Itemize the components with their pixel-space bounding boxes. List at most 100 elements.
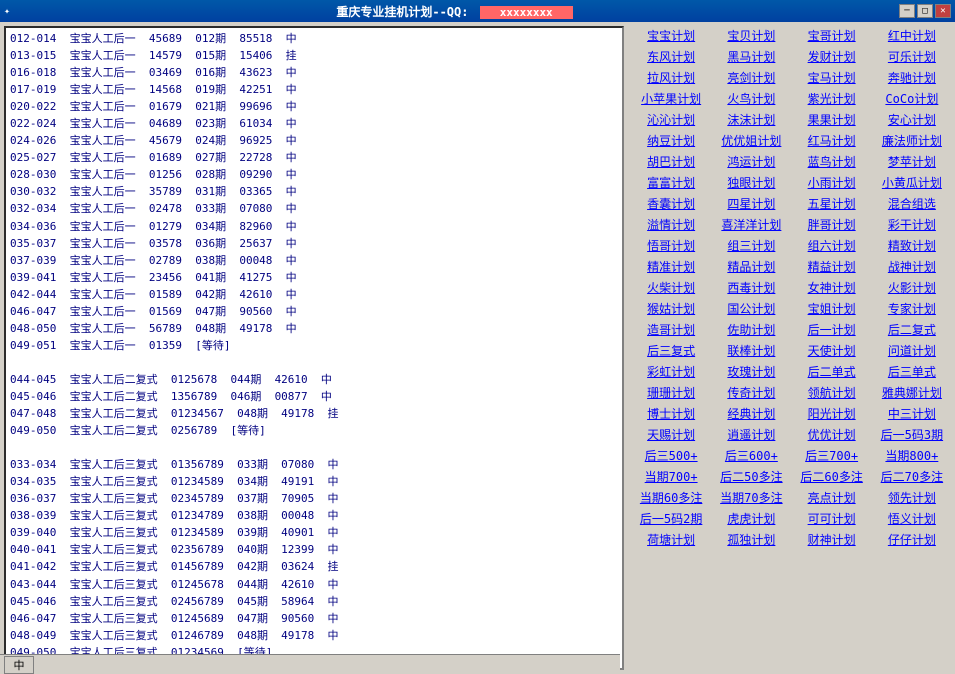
plan-link-6-3[interactable]: 梦苹计划 <box>873 152 951 171</box>
plan-link-23-2[interactable]: 可可计划 <box>793 509 871 528</box>
plan-link-16-0[interactable]: 彩虹计划 <box>632 362 710 381</box>
plan-link-15-3[interactable]: 问道计划 <box>873 341 951 360</box>
plan-link-22-1[interactable]: 当期70多注 <box>712 488 790 507</box>
plan-link-3-1[interactable]: 火鸟计划 <box>712 89 790 108</box>
plan-link-1-2[interactable]: 发财计划 <box>793 47 871 66</box>
plan-link-17-2[interactable]: 领航计划 <box>793 383 871 402</box>
plan-link-19-1[interactable]: 逍遥计划 <box>712 425 790 444</box>
plan-link-5-0[interactable]: 纳豆计划 <box>632 131 710 150</box>
plan-link-6-2[interactable]: 蓝鸟计划 <box>793 152 871 171</box>
plan-link-11-1[interactable]: 精品计划 <box>712 257 790 276</box>
plan-link-16-1[interactable]: 玫瑰计划 <box>712 362 790 381</box>
plan-link-9-3[interactable]: 彩干计划 <box>873 215 951 234</box>
plan-link-24-1[interactable]: 孤独计划 <box>712 530 790 549</box>
qq-input[interactable]: xxxxxxxx <box>480 6 573 19</box>
plan-link-2-1[interactable]: 亮剑计划 <box>712 68 790 87</box>
plan-link-14-2[interactable]: 后一计划 <box>793 320 871 339</box>
plan-link-22-3[interactable]: 领先计划 <box>873 488 951 507</box>
plan-link-24-2[interactable]: 财神计划 <box>793 530 871 549</box>
plan-link-23-3[interactable]: 悟义计划 <box>873 509 951 528</box>
plan-link-10-1[interactable]: 组三计划 <box>712 236 790 255</box>
plan-link-12-2[interactable]: 女神计划 <box>793 278 871 297</box>
plan-link-19-3[interactable]: 后一5码3期 <box>873 425 951 444</box>
plan-link-7-1[interactable]: 独眼计划 <box>712 173 790 192</box>
plan-link-18-1[interactable]: 经典计划 <box>712 404 790 423</box>
minimize-button[interactable]: ─ <box>899 4 915 18</box>
close-button[interactable]: ✕ <box>935 4 951 18</box>
plan-link-0-0[interactable]: 宝宝计划 <box>632 26 710 45</box>
plan-link-24-0[interactable]: 荷塘计划 <box>632 530 710 549</box>
plan-link-14-0[interactable]: 造哥计划 <box>632 320 710 339</box>
plan-link-9-1[interactable]: 喜洋洋计划 <box>712 215 790 234</box>
plan-link-20-0[interactable]: 后三500+ <box>632 446 710 465</box>
plan-link-12-1[interactable]: 西毒计划 <box>712 278 790 297</box>
plan-link-7-3[interactable]: 小黄瓜计划 <box>873 173 951 192</box>
plan-link-18-2[interactable]: 阳光计划 <box>793 404 871 423</box>
plan-link-4-3[interactable]: 安心计划 <box>873 110 951 129</box>
plan-link-22-0[interactable]: 当期60多注 <box>632 488 710 507</box>
plan-link-19-2[interactable]: 优优计划 <box>793 425 871 444</box>
left-panel-scroll[interactable]: 012-014 宝宝人工后一 45689 012期 85518 中 013-01… <box>6 28 622 668</box>
plan-link-16-2[interactable]: 后二单式 <box>793 362 871 381</box>
plan-link-7-2[interactable]: 小雨计划 <box>793 173 871 192</box>
plan-link-12-0[interactable]: 火柴计划 <box>632 278 710 297</box>
plan-link-10-0[interactable]: 悟哥计划 <box>632 236 710 255</box>
plan-link-20-3[interactable]: 当期800+ <box>873 446 951 465</box>
plan-link-11-0[interactable]: 精准计划 <box>632 257 710 276</box>
plan-link-10-3[interactable]: 精致计划 <box>873 236 951 255</box>
plan-link-18-3[interactable]: 中三计划 <box>873 404 951 423</box>
plan-link-6-0[interactable]: 胡巴计划 <box>632 152 710 171</box>
plan-link-2-2[interactable]: 宝马计划 <box>793 68 871 87</box>
plan-link-19-0[interactable]: 天赐计划 <box>632 425 710 444</box>
plan-link-13-3[interactable]: 专家计划 <box>873 299 951 318</box>
plan-link-9-2[interactable]: 胖哥计划 <box>793 215 871 234</box>
plan-link-7-0[interactable]: 富富计划 <box>632 173 710 192</box>
plan-link-21-3[interactable]: 后二70多注 <box>873 467 951 486</box>
plan-link-4-2[interactable]: 果果计划 <box>793 110 871 129</box>
plan-link-23-0[interactable]: 后一5码2期 <box>632 509 710 528</box>
plan-link-3-0[interactable]: 小苹果计划 <box>632 89 710 108</box>
plan-link-20-2[interactable]: 后三700+ <box>793 446 871 465</box>
plan-link-13-1[interactable]: 国公计划 <box>712 299 790 318</box>
plan-link-4-0[interactable]: 沁沁计划 <box>632 110 710 129</box>
plan-link-13-2[interactable]: 宝姐计划 <box>793 299 871 318</box>
plan-link-21-0[interactable]: 当期700+ <box>632 467 710 486</box>
plan-link-0-2[interactable]: 宝哥计划 <box>793 26 871 45</box>
plan-link-15-0[interactable]: 后三复式 <box>632 341 710 360</box>
plan-link-4-1[interactable]: 沫沫计划 <box>712 110 790 129</box>
plan-link-1-0[interactable]: 东风计划 <box>632 47 710 66</box>
plan-link-8-3[interactable]: 混合组选 <box>873 194 951 213</box>
plan-link-5-3[interactable]: 廉法师计划 <box>873 131 951 150</box>
maximize-button[interactable]: □ <box>917 4 933 18</box>
plan-link-6-1[interactable]: 鸿运计划 <box>712 152 790 171</box>
plan-link-23-1[interactable]: 虎虎计划 <box>712 509 790 528</box>
plan-link-15-1[interactable]: 联棒计划 <box>712 341 790 360</box>
plan-link-1-3[interactable]: 可乐计划 <box>873 47 951 66</box>
plan-link-8-0[interactable]: 香囊计划 <box>632 194 710 213</box>
plan-link-0-1[interactable]: 宝贝计划 <box>712 26 790 45</box>
plan-link-11-2[interactable]: 精益计划 <box>793 257 871 276</box>
plan-link-11-3[interactable]: 战神计划 <box>873 257 951 276</box>
plan-link-14-1[interactable]: 佐助计划 <box>712 320 790 339</box>
plan-link-16-3[interactable]: 后三单式 <box>873 362 951 381</box>
plan-link-17-3[interactable]: 雅典娜计划 <box>873 383 951 402</box>
plan-link-21-2[interactable]: 后二60多注 <box>793 467 871 486</box>
plan-link-14-3[interactable]: 后二复式 <box>873 320 951 339</box>
plan-link-2-0[interactable]: 拉风计划 <box>632 68 710 87</box>
plan-link-8-1[interactable]: 四星计划 <box>712 194 790 213</box>
plan-link-3-2[interactable]: 紫光计划 <box>793 89 871 108</box>
plan-link-3-3[interactable]: CoCo计划 <box>873 89 951 108</box>
plan-link-22-2[interactable]: 亮点计划 <box>793 488 871 507</box>
plan-link-13-0[interactable]: 猴姑计划 <box>632 299 710 318</box>
plan-link-10-2[interactable]: 组六计划 <box>793 236 871 255</box>
plan-link-24-3[interactable]: 仔仔计划 <box>873 530 951 549</box>
plan-link-8-2[interactable]: 五星计划 <box>793 194 871 213</box>
plan-link-12-3[interactable]: 火影计划 <box>873 278 951 297</box>
plan-link-1-1[interactable]: 黑马计划 <box>712 47 790 66</box>
status-button[interactable]: 中 <box>4 656 34 674</box>
plan-link-5-2[interactable]: 红马计划 <box>793 131 871 150</box>
plan-link-2-3[interactable]: 奔驰计划 <box>873 68 951 87</box>
plan-link-17-1[interactable]: 传奇计划 <box>712 383 790 402</box>
plan-link-17-0[interactable]: 珊珊计划 <box>632 383 710 402</box>
plan-link-9-0[interactable]: 溢情计划 <box>632 215 710 234</box>
